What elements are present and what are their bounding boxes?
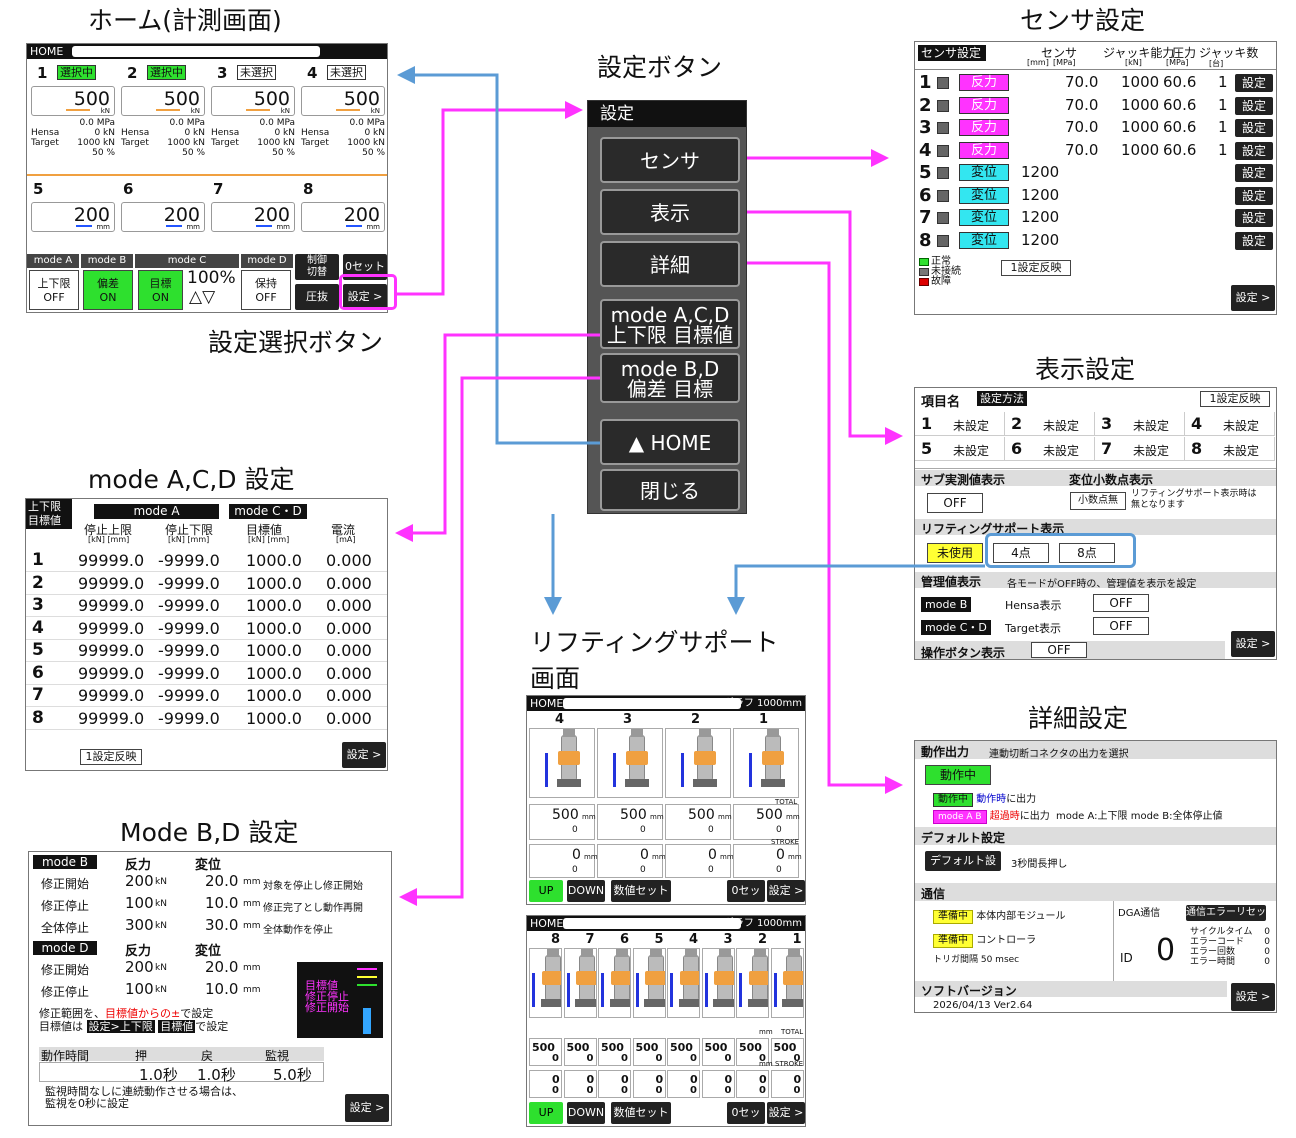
connector-arrows (395, 66, 985, 906)
arrow-menu-to-bd (399, 376, 600, 906)
arrow-menu-to-acd (395, 333, 600, 542)
arrow-menu-to-display (747, 210, 903, 445)
arrow-lift-opts-to-lifting (727, 564, 985, 615)
arrow-menu-to-detail (747, 261, 903, 794)
arrow-home-to-menu (397, 101, 583, 296)
arrow-menu-to-home (397, 66, 600, 445)
